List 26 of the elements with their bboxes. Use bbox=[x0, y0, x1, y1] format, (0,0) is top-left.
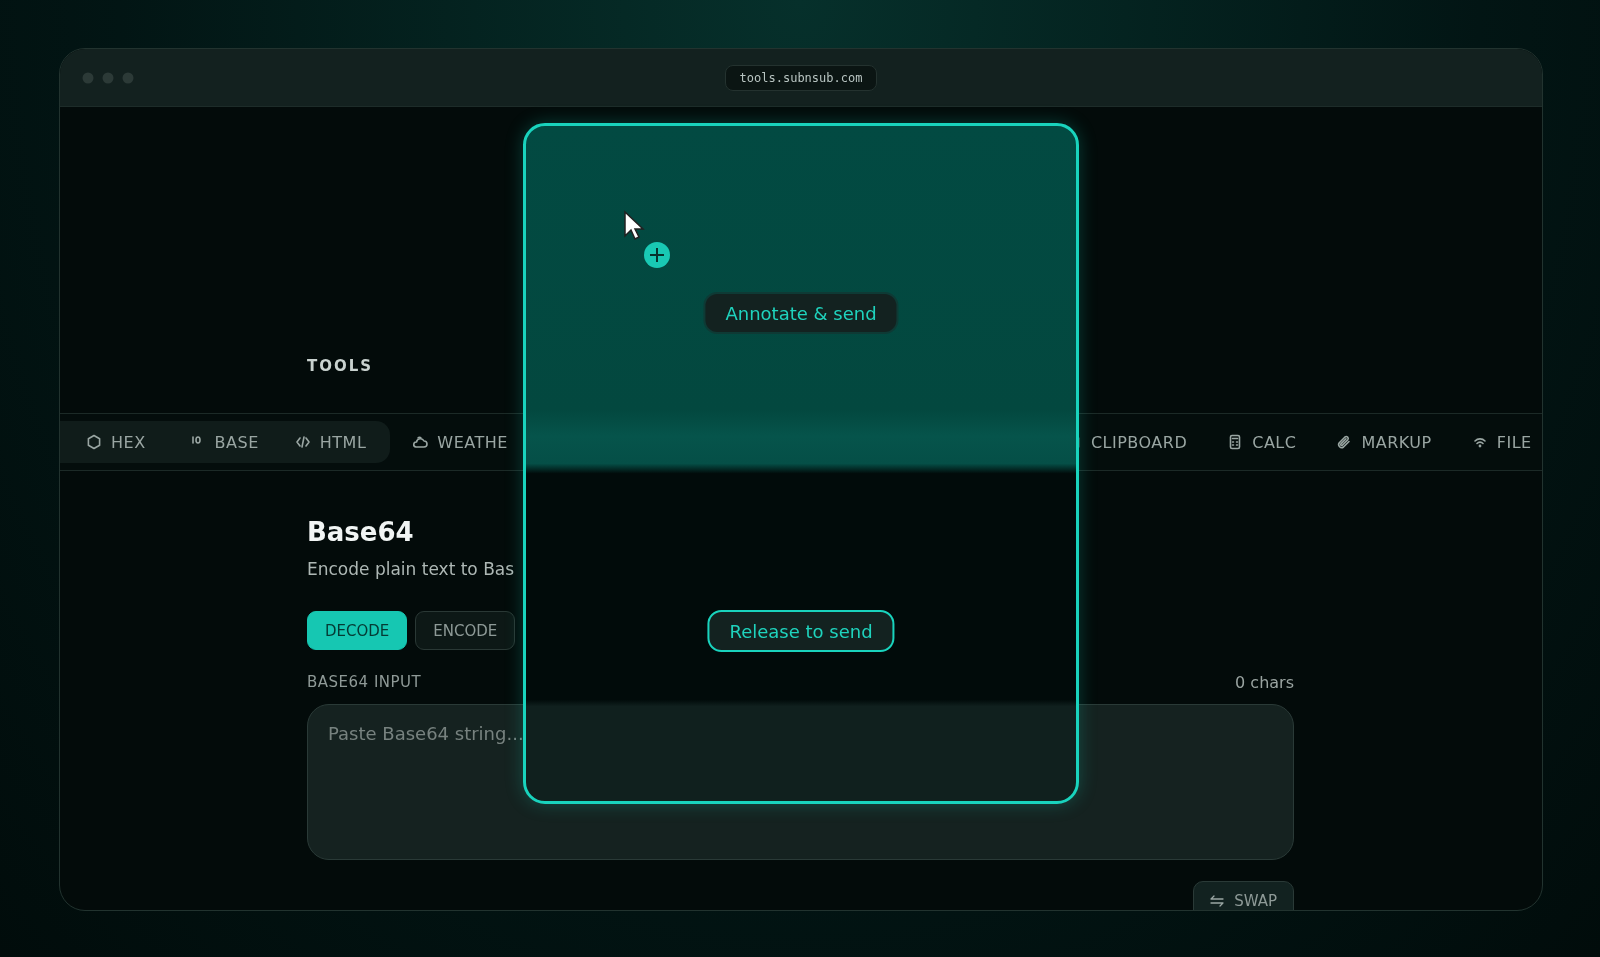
tool-tab[interactable]: HEX bbox=[60, 422, 172, 462]
annotate-send-button[interactable]: Annotate & send bbox=[703, 292, 899, 334]
mode-button[interactable]: ENCODE bbox=[415, 611, 516, 650]
tool-tab[interactable]: FILE bbox=[1453, 422, 1542, 462]
code-icon bbox=[294, 434, 311, 450]
tool-tab[interactable]: CALC bbox=[1209, 422, 1315, 462]
tool-tab[interactable]: BASE bbox=[171, 422, 277, 462]
tool-tab[interactable]: MARKUP bbox=[1318, 422, 1450, 462]
url-field[interactable]: tools.subnsub.com bbox=[724, 64, 878, 91]
paperclip-icon bbox=[1336, 434, 1353, 450]
window-controls-icon bbox=[82, 72, 134, 84]
cursor-icon bbox=[623, 210, 645, 242]
swap-icon bbox=[1210, 895, 1225, 907]
tool-title: Base64 bbox=[307, 517, 415, 547]
input-label: BASE64 INPUT bbox=[307, 673, 422, 692]
release-send-button[interactable]: Release to send bbox=[707, 610, 895, 652]
plus-icon bbox=[643, 241, 671, 269]
char-count: 0 chars bbox=[1235, 673, 1294, 692]
tool-tab[interactable]: HTML bbox=[276, 422, 385, 462]
tool-tab[interactable]: WEATHE bbox=[394, 422, 526, 462]
swap-button[interactable]: SWAP bbox=[1193, 881, 1294, 910]
tool-description: Encode plain text to Bas bbox=[307, 559, 516, 579]
hexagon-icon bbox=[86, 434, 102, 450]
mode-button[interactable]: DECODE bbox=[307, 611, 408, 650]
section-label: TOOLS bbox=[307, 357, 374, 375]
cloud-icon bbox=[412, 434, 429, 450]
